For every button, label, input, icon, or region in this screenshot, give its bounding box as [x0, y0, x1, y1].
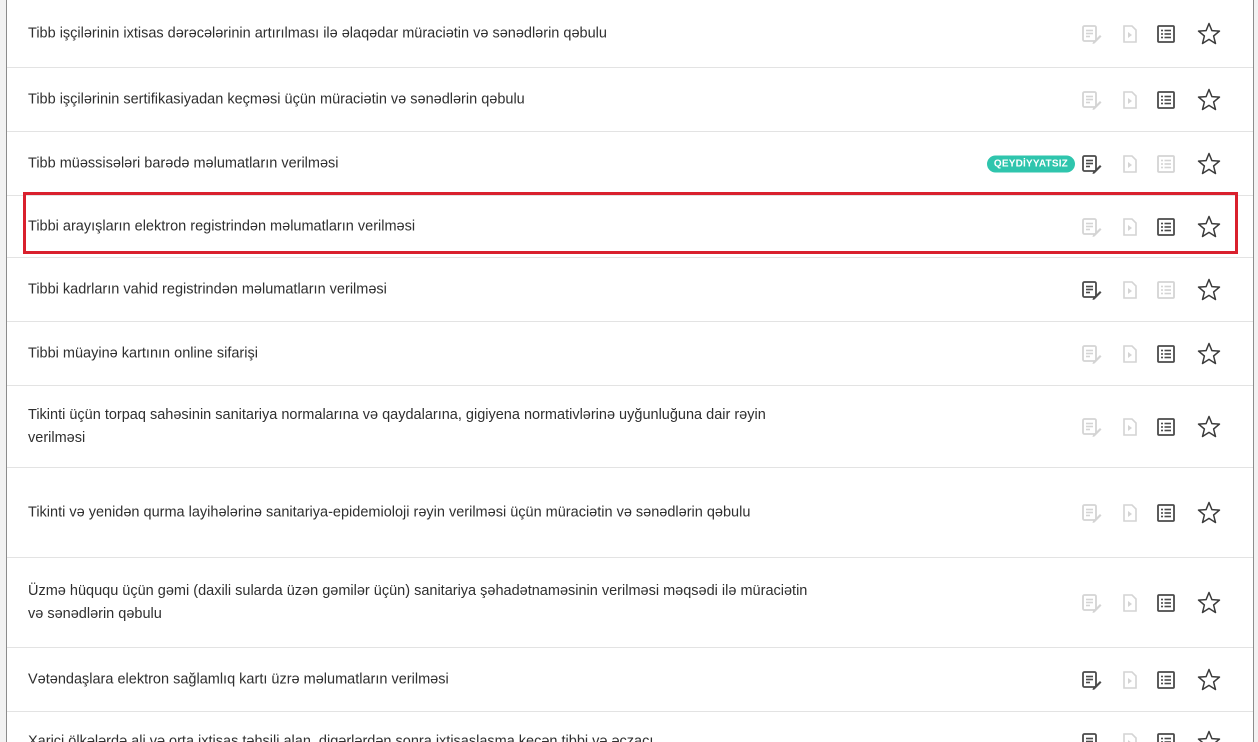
- info-list-icon[interactable]: [1155, 23, 1177, 45]
- payment-document-icon: [1119, 216, 1141, 238]
- apply-document-icon: [1080, 502, 1102, 524]
- info-list-icon[interactable]: [1155, 669, 1177, 691]
- info-list-icon[interactable]: [1155, 592, 1177, 614]
- service-row[interactable]: Tibb işçilərinin ixtisas dərəcələrinin a…: [7, 0, 1253, 68]
- services-list: Tibb işçilərinin ixtisas dərəcələrinin a…: [7, 0, 1253, 742]
- info-list-icon[interactable]: [1155, 502, 1177, 524]
- star-icon[interactable]: [1196, 341, 1222, 367]
- payment-document-icon: [1119, 731, 1141, 742]
- service-row[interactable]: Xarici ölkələrdə ali və orta ixtisas təh…: [7, 712, 1253, 742]
- service-actions: [1063, 85, 1253, 115]
- payment-document-icon: [1119, 416, 1141, 438]
- service-title[interactable]: Tibb müəssisələri barədə məlumatların ve…: [28, 152, 818, 175]
- star-icon[interactable]: [1196, 214, 1222, 240]
- service-row[interactable]: Tibbi arayışların elektron registrindən …: [7, 196, 1253, 258]
- service-title[interactable]: Tibbi arayışların elektron registrindən …: [28, 215, 818, 238]
- apply-document-icon[interactable]: [1080, 669, 1102, 691]
- service-row[interactable]: Tibb işçilərinin sertifikasiyadan keçməs…: [7, 68, 1253, 132]
- service-row[interactable]: Üzmə hüququ üçün gəmi (daxili sularda üz…: [7, 558, 1253, 648]
- payment-document-icon: [1119, 279, 1141, 301]
- service-title[interactable]: Tibb işçilərinin sertifikasiyadan keçməs…: [28, 88, 818, 111]
- apply-document-icon: [1080, 592, 1102, 614]
- star-icon[interactable]: [1196, 414, 1222, 440]
- service-title[interactable]: Üzmə hüququ üçün gəmi (daxili sularda üz…: [28, 580, 818, 626]
- service-row[interactable]: Tibbi müayinə kartının online sifarişi: [7, 322, 1253, 386]
- service-actions: [1063, 588, 1253, 618]
- apply-document-icon: [1080, 416, 1102, 438]
- apply-document-icon[interactable]: [1080, 731, 1102, 742]
- service-actions: [1063, 149, 1253, 179]
- no-registration-badge: QEYDİYYATSIZ: [986, 155, 1075, 172]
- apply-document-icon: [1080, 216, 1102, 238]
- apply-document-icon: [1080, 343, 1102, 365]
- services-list-frame: Tibb işçilərinin ixtisas dərəcələrinin a…: [6, 0, 1254, 742]
- service-actions: [1063, 727, 1253, 742]
- info-list-icon: [1155, 153, 1177, 175]
- info-list-icon[interactable]: [1155, 89, 1177, 111]
- payment-document-icon: [1119, 89, 1141, 111]
- service-actions: [1063, 412, 1253, 442]
- star-icon[interactable]: [1196, 667, 1222, 693]
- service-actions: [1063, 665, 1253, 695]
- star-icon[interactable]: [1196, 87, 1222, 113]
- payment-document-icon: [1119, 153, 1141, 175]
- service-row[interactable]: Vətəndaşlara elektron sağlamlıq kartı üz…: [7, 648, 1253, 712]
- service-actions: [1063, 212, 1253, 242]
- apply-document-icon: [1080, 89, 1102, 111]
- info-list-icon: [1155, 279, 1177, 301]
- service-title[interactable]: Tibbi kadrların vahid registrindən məlum…: [28, 278, 818, 301]
- service-actions: [1063, 19, 1253, 49]
- star-icon[interactable]: [1196, 21, 1222, 47]
- info-list-icon[interactable]: [1155, 216, 1177, 238]
- service-actions: [1063, 498, 1253, 528]
- star-icon[interactable]: [1196, 500, 1222, 526]
- service-actions: [1063, 275, 1253, 305]
- service-row[interactable]: Tikinti və yenidən qurma layihələrinə sa…: [7, 468, 1253, 558]
- payment-document-icon: [1119, 592, 1141, 614]
- apply-document-icon[interactable]: [1080, 153, 1102, 175]
- service-title[interactable]: Xarici ölkələrdə ali və orta ixtisas təh…: [28, 730, 818, 742]
- star-icon[interactable]: [1196, 277, 1222, 303]
- info-list-icon[interactable]: [1155, 731, 1177, 742]
- service-title[interactable]: Vətəndaşlara elektron sağlamlıq kartı üz…: [28, 668, 818, 691]
- star-icon[interactable]: [1196, 590, 1222, 616]
- service-title[interactable]: Tibbi müayinə kartının online sifarişi: [28, 342, 818, 365]
- service-row[interactable]: Tibbi kadrların vahid registrindən məlum…: [7, 258, 1253, 322]
- service-actions: [1063, 339, 1253, 369]
- service-title[interactable]: Tibb işçilərinin ixtisas dərəcələrinin a…: [28, 22, 818, 45]
- info-list-icon[interactable]: [1155, 343, 1177, 365]
- payment-document-icon: [1119, 502, 1141, 524]
- payment-document-icon: [1119, 23, 1141, 45]
- service-row[interactable]: Tibb müəssisələri barədə məlumatların ve…: [7, 132, 1253, 196]
- service-title[interactable]: Tikinti üçün torpaq sahəsinin sanitariya…: [28, 404, 818, 450]
- info-list-icon[interactable]: [1155, 416, 1177, 438]
- star-icon[interactable]: [1196, 729, 1222, 742]
- service-title[interactable]: Tikinti və yenidən qurma layihələrinə sa…: [28, 501, 818, 524]
- payment-document-icon: [1119, 343, 1141, 365]
- apply-document-icon[interactable]: [1080, 279, 1102, 301]
- star-icon[interactable]: [1196, 151, 1222, 177]
- apply-document-icon: [1080, 23, 1102, 45]
- service-row[interactable]: Tikinti üçün torpaq sahəsinin sanitariya…: [7, 386, 1253, 468]
- payment-document-icon: [1119, 669, 1141, 691]
